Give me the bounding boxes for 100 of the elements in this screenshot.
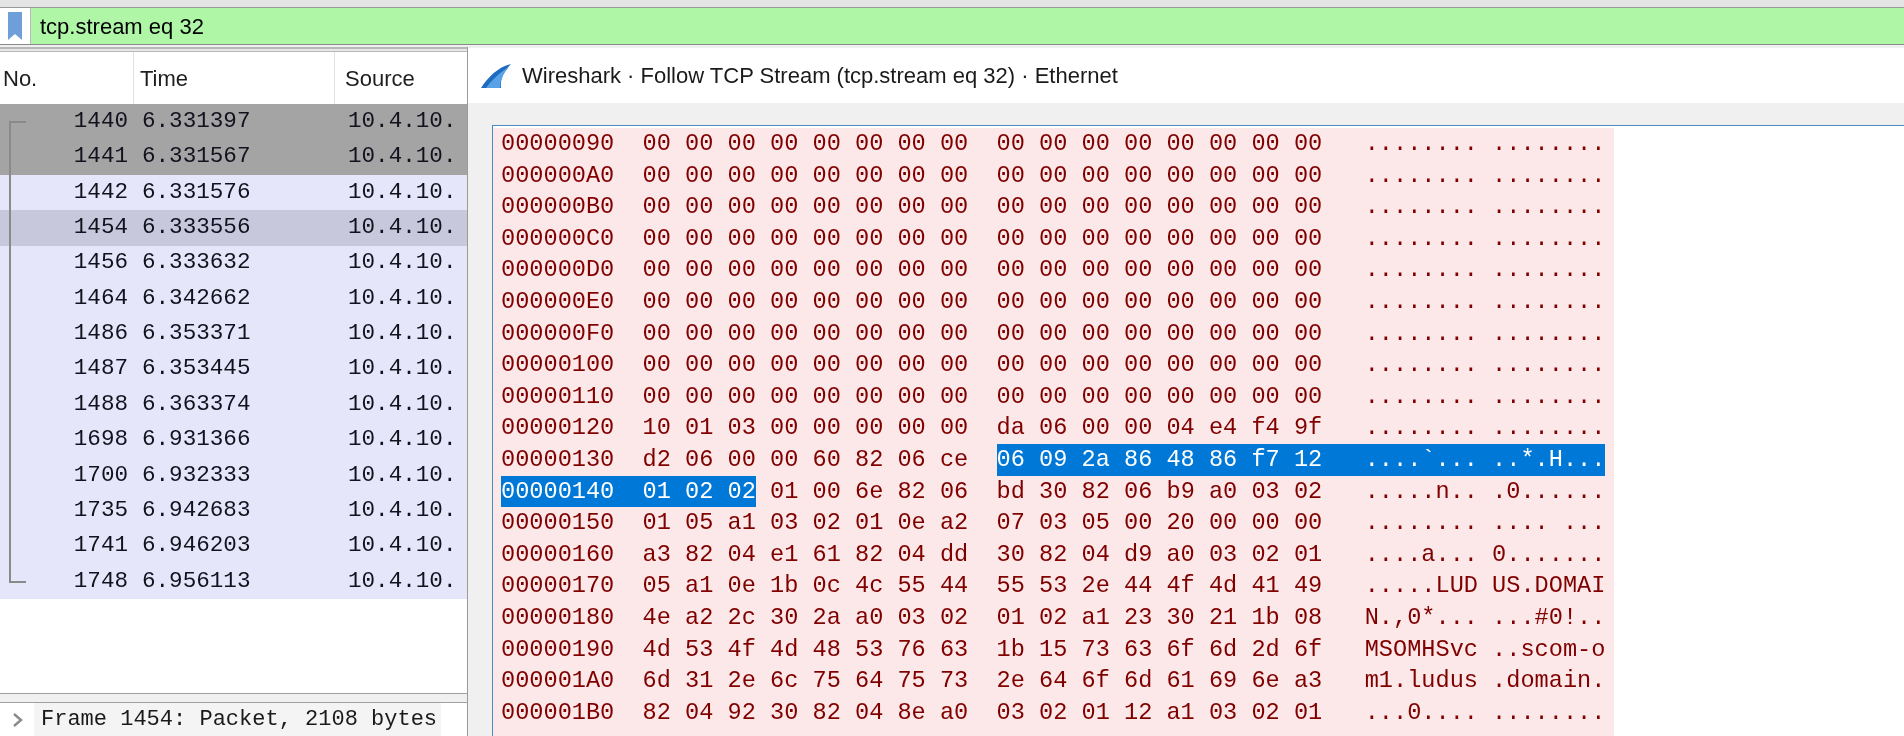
stream-text: 00000130 xyxy=(501,444,615,475)
table-cell-text: 10.4.10. xyxy=(348,389,457,419)
stream-text: m1.ludus .domain. xyxy=(1364,666,1606,697)
table-cell-text: 6.942683 xyxy=(142,496,252,526)
table-cell-text: 10.4.10. xyxy=(348,425,457,455)
stream-text: 00000110 xyxy=(501,381,615,412)
shark-fin-icon xyxy=(480,62,512,89)
packet-row[interactable]: 1488 6.363374 10.4.10. xyxy=(0,387,467,423)
packet-row[interactable]: 1748 6.956113 10.4.10. xyxy=(0,564,467,600)
table-cell-text: 1456 xyxy=(72,248,128,278)
packet-row[interactable]: 1486 6.353371 10.4.10. xyxy=(0,316,467,352)
stream-text: 00 00 00 00 00 00 00 00 xyxy=(642,160,969,191)
selected-stream-text: ....`... ..*.H... xyxy=(1364,443,1606,476)
stream-text: ........ ........ xyxy=(1364,255,1606,286)
stream-text: 00 00 00 00 00 00 00 00 xyxy=(642,223,969,254)
packet-row[interactable]: 1741 6.946203 10.4.10. xyxy=(0,528,467,565)
table-cell-text: 10.4.10. xyxy=(348,496,457,526)
table-cell-text: 6.333632 xyxy=(142,248,252,278)
packet-row[interactable]: 1700 6.932333 10.4.10. xyxy=(0,457,467,494)
stream-text: 000000A0 xyxy=(501,160,615,191)
stream-text: 00 00 00 00 00 00 00 00 xyxy=(996,381,1323,412)
packet-row[interactable]: 1442 6.331576 10.4.10. xyxy=(0,174,467,211)
table-cell-text: 6.932333 xyxy=(142,460,252,490)
stream-text: 000000B0 xyxy=(501,192,615,223)
column-header[interactable]: Source xyxy=(335,52,467,104)
table-cell-text: 6.956113 xyxy=(142,566,252,596)
stream-text: 000000F0 xyxy=(501,318,615,349)
stream-text: 6d 31 2e 6c 75 64 75 73 xyxy=(642,666,969,697)
table-cell-text: 6.946203 xyxy=(142,531,252,561)
stream-text: ........ ........ xyxy=(1364,381,1606,412)
selected-stream-text: 01 02 02 xyxy=(642,475,756,508)
stream-text: 00 00 00 00 00 00 00 00 xyxy=(996,318,1323,349)
stream-text: 82 04 92 30 82 04 8e a0 xyxy=(642,697,969,728)
packet-row[interactable]: 1440 6.331397 10.4.10. xyxy=(0,104,467,140)
table-cell-text: 1735 xyxy=(72,496,128,526)
table-cell-text: 10.4.10. xyxy=(348,319,457,349)
table-cell-text: 10.4.10. xyxy=(348,177,457,207)
stream-text: 00 00 00 00 00 00 00 00 xyxy=(642,318,969,349)
table-cell-text: 6.331567 xyxy=(142,142,252,172)
packet-row[interactable]: 1735 6.942683 10.4.10. xyxy=(0,493,467,529)
stream-text: d2 06 00 00 60 82 06 ce xyxy=(642,444,969,475)
stream-text: ........ ........ xyxy=(1364,192,1606,223)
stream-text: 00 00 00 00 00 00 00 00 xyxy=(996,160,1323,191)
packet-row[interactable]: 1456 6.333632 10.4.10. xyxy=(0,245,467,281)
table-cell-text: 10.4.10. xyxy=(348,354,457,384)
table-cell-text: 6.363374 xyxy=(142,389,252,419)
packet-row[interactable]: 1454 6.333556 10.4.10. xyxy=(0,210,467,246)
stream-text: 000001A0 xyxy=(501,666,615,697)
stream-text: 00 00 00 00 00 00 00 00 xyxy=(642,192,969,223)
stream-text: ........ ........ xyxy=(1364,286,1606,317)
table-cell-text: 1486 xyxy=(72,319,128,349)
table-cell-text: 6.353445 xyxy=(142,354,252,384)
stream-text: 00000100 xyxy=(501,350,615,381)
packet-row[interactable]: 1441 6.331567 10.4.10. xyxy=(0,139,467,175)
stream-text: 00000170 xyxy=(501,571,615,602)
stream-text: 00 00 00 00 00 00 00 00 xyxy=(996,286,1323,317)
table-cell-text: 1748 xyxy=(72,566,128,596)
table-cell-text: 10.4.10. xyxy=(348,142,457,172)
packet-row[interactable]: 1487 6.353445 10.4.10. xyxy=(0,351,467,388)
stream-text: 03 02 01 12 a1 03 02 01 xyxy=(996,697,1323,728)
table-cell-text: 10.4.10. xyxy=(348,212,457,242)
stream-text: 00 00 00 00 00 00 00 00 xyxy=(642,350,969,381)
table-cell-text: 10.4.10. xyxy=(348,283,457,313)
stream-text: 00000120 xyxy=(501,413,615,444)
table-cell-text: 10.4.10. xyxy=(348,248,457,278)
stream-text: 2e 64 6f 6d 61 69 6e a3 xyxy=(996,666,1323,697)
display-filter-field[interactable]: tcp.stream eq 32 xyxy=(31,8,1904,44)
stream-text: 00 00 00 00 00 00 00 00 xyxy=(996,223,1323,254)
stream-text: bd 30 82 06 b9 a0 03 02 xyxy=(996,476,1323,507)
table-cell-text: 6.331397 xyxy=(142,106,252,136)
stream-text: a3 82 04 e1 61 82 04 dd xyxy=(642,539,969,570)
stream-text: 00 00 00 00 00 00 00 00 xyxy=(642,286,969,317)
stream-text: 4d 53 4f 4d 48 53 76 63 xyxy=(642,634,969,665)
stream-text: MSOMHSvc ..scom-o xyxy=(1364,634,1606,665)
stream-text: ........ .... ... xyxy=(1364,508,1606,539)
table-cell-text: 1464 xyxy=(72,283,128,313)
stream-text: 00000150 xyxy=(501,508,615,539)
packet-row[interactable]: 1464 6.342662 10.4.10. xyxy=(0,280,467,317)
packet-row[interactable]: 1698 6.931366 10.4.10. xyxy=(0,422,467,458)
stream-text: 000000E0 xyxy=(501,286,615,317)
stream-text: 55 53 2e 44 4f 4d 41 49 xyxy=(996,571,1323,602)
selected-stream-text: 06 09 2a 86 48 86 f7 12 xyxy=(996,443,1365,476)
stream-text: 00 00 00 00 00 00 00 00 xyxy=(642,381,969,412)
stream-text: 05 a1 0e 1b 0c 4c 55 44 xyxy=(642,571,969,602)
stream-text: 00000180 xyxy=(501,602,615,633)
pane-splitter[interactable] xyxy=(0,693,467,703)
table-cell-text: 1488 xyxy=(72,389,128,419)
stream-text: 30 82 04 d9 a0 03 02 01 xyxy=(996,539,1323,570)
table-cell-text: 10.4.10. xyxy=(348,460,457,490)
bookmark-icon[interactable] xyxy=(7,11,23,41)
stream-text: ........ ........ xyxy=(1364,223,1606,254)
table-cell-text: 6.353371 xyxy=(142,319,252,349)
stream-text: .....n.. .0...... xyxy=(1364,476,1606,507)
table-cell-text: 10.4.10. xyxy=(348,566,457,596)
stream-text: 4e a2 2c 30 2a a0 03 02 xyxy=(642,602,969,633)
table-cell-text: 1698 xyxy=(72,425,128,455)
stream-text: 01 00 6e 82 06 xyxy=(770,476,969,507)
stream-text: 00 00 00 00 00 00 00 00 xyxy=(996,192,1323,223)
stream-text: ........ ........ xyxy=(1364,413,1606,444)
table-cell-text: 6.342662 xyxy=(142,283,252,313)
